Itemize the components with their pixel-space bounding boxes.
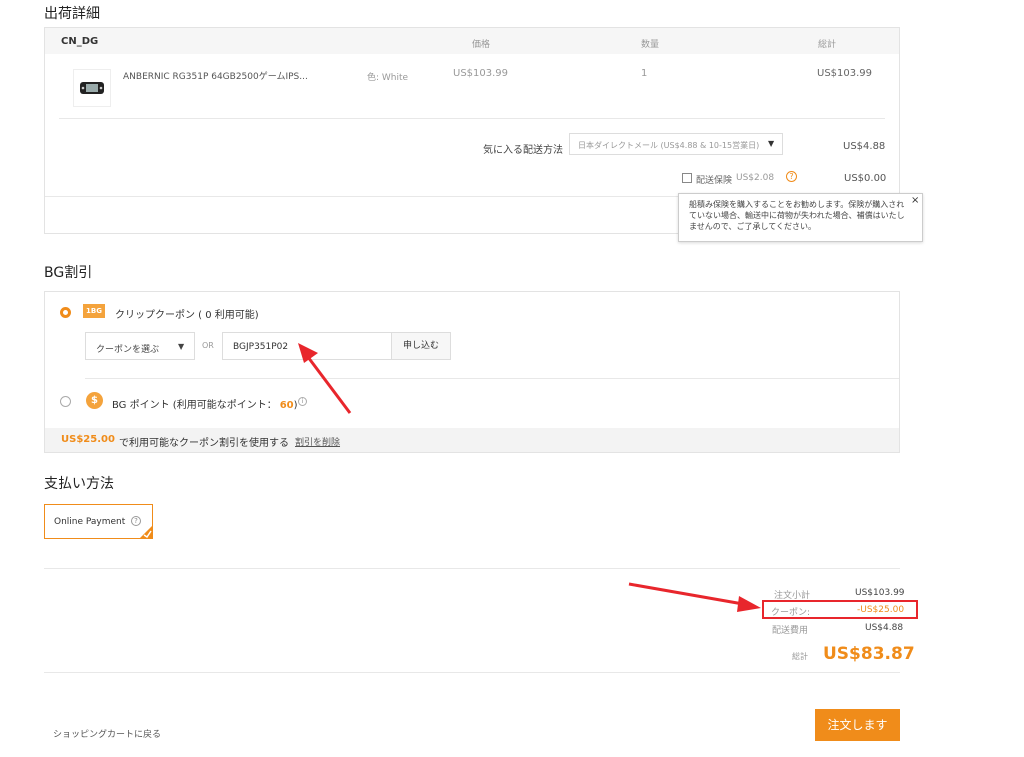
product-thumbnail[interactable] bbox=[73, 69, 111, 107]
points-label-text: BG ポイント (利用可能なポイント： bbox=[112, 400, 277, 411]
or-separator: OR bbox=[202, 341, 214, 350]
tooltip-text: 船積み保険を購入することをお勧めします。保険が購入されていない場合、輸送中に荷物… bbox=[689, 200, 905, 231]
insurance-tooltip: 船積み保険を購入することをお勧めします。保険が購入されていない場合、輸送中に荷物… bbox=[678, 193, 923, 242]
coupon-radio[interactable] bbox=[60, 307, 71, 318]
shipping-method-value: 日本ダイレクトメール (US$4.88 & 10-15営業日) bbox=[578, 141, 760, 150]
points-radio[interactable] bbox=[60, 396, 71, 407]
price-header: 価格 bbox=[472, 40, 491, 50]
insurance-checkbox[interactable] bbox=[682, 173, 692, 183]
shipping-fee-value: US$4.88 bbox=[865, 623, 904, 633]
coin-icon: $ bbox=[86, 392, 103, 409]
tooltip-close-icon[interactable]: × bbox=[911, 195, 919, 206]
insurance-price: US$2.08 bbox=[736, 173, 775, 183]
coupon-discount-value: -US$25.00 bbox=[857, 605, 905, 615]
payment-section-title: 支払い方法 bbox=[44, 476, 114, 492]
points-label: BG ポイント (利用可能なポイント： 60) bbox=[112, 396, 298, 411]
coupon-label: クリップクーポン ( 0 利用可能) bbox=[115, 310, 259, 321]
discount-box: 1BG クリップクーポン ( 0 利用可能) クーポンを選ぶ ▼ OR BGJP… bbox=[44, 291, 900, 453]
back-to-cart-link[interactable]: ショッピングカートに戻る bbox=[53, 727, 161, 740]
remove-discount-link[interactable]: 割引を削除 bbox=[295, 435, 340, 448]
applied-discount-bar: US$25.00 で利用可能なクーポン割引を使用する 割引を削除 bbox=[45, 428, 899, 452]
payment-option-label: Online Payment bbox=[54, 517, 126, 527]
warehouse-label: CN_DG bbox=[61, 36, 99, 47]
annotation-arrow bbox=[628, 582, 761, 612]
applied-amount: US$25.00 bbox=[61, 434, 115, 445]
total-value: US$83.87 bbox=[823, 644, 915, 664]
discount-section-title: BG割引 bbox=[44, 265, 93, 281]
coupon-code-value: BGJP351P02 bbox=[233, 342, 289, 352]
shipping-method-label: 気に入る配送方法 bbox=[483, 145, 563, 156]
shipping-method-cost: US$4.88 bbox=[843, 141, 886, 152]
shipping-section-title: 出荷詳細 bbox=[44, 6, 100, 22]
divider bbox=[44, 672, 900, 673]
coupon-ticket-icon: 1BG bbox=[83, 304, 105, 318]
qty-header: 数量 bbox=[641, 40, 660, 50]
total-label: 総計 bbox=[792, 652, 808, 661]
insurance-label: 配送保険 bbox=[696, 176, 733, 186]
total-header: 総計 bbox=[818, 40, 837, 50]
insurance-cost: US$0.00 bbox=[844, 173, 887, 184]
chevron-down-icon: ▼ bbox=[768, 139, 775, 148]
coupon-discount-label: クーポン: bbox=[771, 608, 811, 618]
product-name-link[interactable]: ANBERNIC RG351P 64GB2500ゲームIPS... bbox=[123, 69, 308, 82]
selected-check-icon bbox=[139, 525, 153, 539]
place-order-button[interactable]: 注文します bbox=[815, 709, 900, 741]
apply-coupon-button[interactable]: 申し込む bbox=[391, 332, 451, 360]
annotation-arrow bbox=[298, 343, 352, 414]
chevron-down-icon: ▼ bbox=[178, 342, 185, 351]
product-color: 色: White bbox=[367, 73, 409, 83]
handheld-console-icon bbox=[80, 82, 104, 94]
divider bbox=[44, 568, 900, 569]
applied-text: で利用可能なクーポン割引を使用する bbox=[119, 438, 289, 449]
subtotal-value: US$103.99 bbox=[855, 588, 905, 598]
coupon-select-value: クーポンを選ぶ bbox=[96, 345, 160, 355]
shipping-fee-label: 配送費用 bbox=[772, 626, 809, 636]
divider bbox=[85, 378, 899, 379]
product-qty: 1 bbox=[641, 68, 648, 79]
product-total: US$103.99 bbox=[817, 68, 873, 79]
divider bbox=[45, 196, 679, 197]
help-icon[interactable]: ? bbox=[786, 171, 797, 182]
divider bbox=[59, 118, 885, 119]
online-payment-option[interactable]: Online Payment ? bbox=[44, 504, 153, 539]
shipping-method-select[interactable]: 日本ダイレクトメール (US$4.88 & 10-15営業日) ▼ bbox=[569, 133, 783, 155]
product-price: US$103.99 bbox=[453, 68, 509, 79]
coupon-select[interactable]: クーポンを選ぶ ▼ bbox=[85, 332, 195, 360]
